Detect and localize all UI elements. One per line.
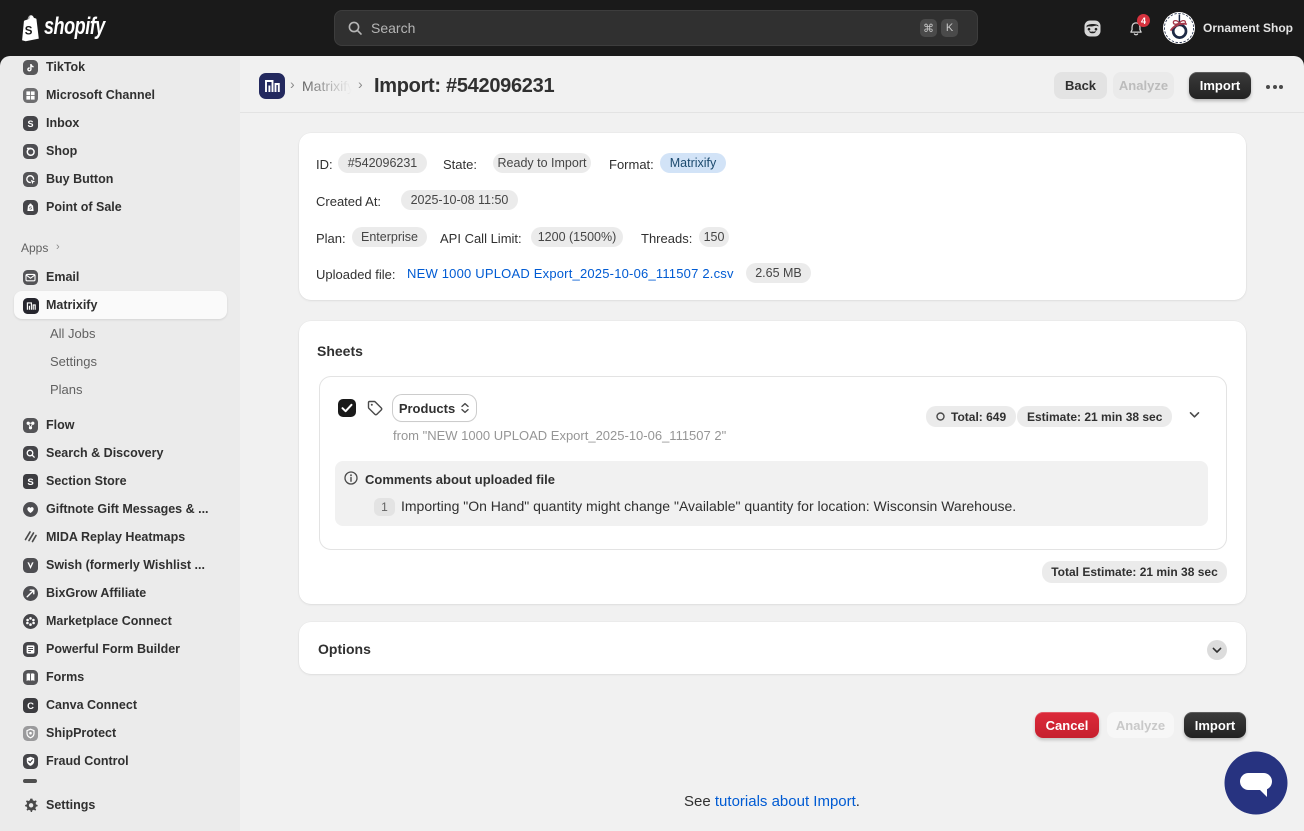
svg-text:S: S <box>25 26 33 38</box>
svg-text:S: S <box>27 477 33 488</box>
svg-text:S: S <box>27 119 33 129</box>
svg-text:S: S <box>29 205 32 210</box>
svg-text:C: C <box>27 701 34 712</box>
